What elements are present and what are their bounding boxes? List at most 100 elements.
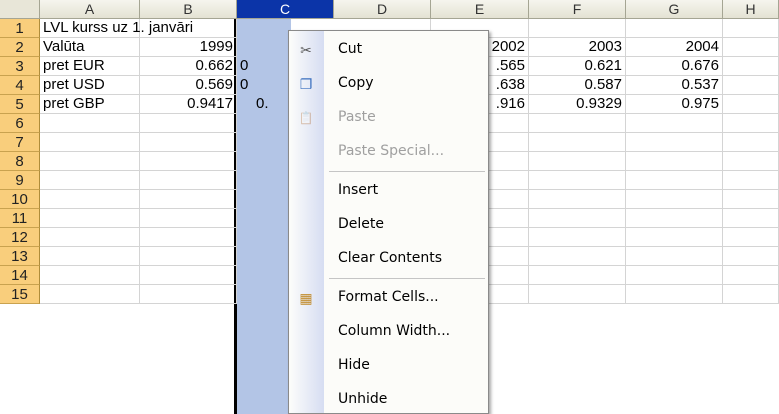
grid-cell[interactable]	[626, 152, 723, 171]
menu-item-delete[interactable]: Delete	[289, 208, 488, 242]
grid-cell[interactable]	[626, 190, 723, 209]
menu-item-clear-contents[interactable]: Clear Contents	[289, 242, 488, 276]
cell-g3[interactable]: 0.676	[626, 57, 723, 76]
cell-c4[interactable]: 0	[237, 76, 288, 95]
grid-cell[interactable]	[626, 228, 723, 247]
grid-cell[interactable]	[529, 209, 626, 228]
cell-c3[interactable]: 0	[237, 57, 288, 76]
grid-cell[interactable]	[140, 266, 237, 285]
grid-cell[interactable]	[723, 19, 779, 38]
cell-b2[interactable]: 1999	[140, 38, 237, 57]
grid-cell[interactable]	[40, 133, 140, 152]
grid-cell[interactable]	[529, 266, 626, 285]
row-header-5[interactable]: 5	[0, 95, 40, 114]
cell-g4[interactable]: 0.537	[626, 76, 723, 95]
grid-cell[interactable]	[40, 171, 140, 190]
row-header-10[interactable]: 10	[0, 190, 40, 209]
grid-cell[interactable]	[529, 228, 626, 247]
grid-cell[interactable]	[626, 209, 723, 228]
cell-c5[interactable]: 0.	[253, 95, 288, 114]
row-header-11[interactable]: 11	[0, 209, 40, 228]
grid-cell[interactable]	[40, 190, 140, 209]
row-header-13[interactable]: 13	[0, 247, 40, 266]
menu-item-unhide[interactable]: Unhide	[289, 383, 488, 414]
grid-cell[interactable]	[140, 247, 237, 266]
row-header-7[interactable]: 7	[0, 133, 40, 152]
grid-cell[interactable]	[529, 152, 626, 171]
column-header-e[interactable]: E	[431, 0, 529, 19]
column-header-b[interactable]: B	[140, 0, 237, 19]
grid-cell[interactable]	[723, 190, 779, 209]
grid-cell[interactable]	[723, 209, 779, 228]
column-header-g[interactable]: G	[626, 0, 723, 19]
row-header-9[interactable]: 9	[0, 171, 40, 190]
grid-cell[interactable]	[723, 133, 779, 152]
cell-a4[interactable]: pret USD	[40, 76, 140, 95]
cell-b5[interactable]: 0.9417	[140, 95, 237, 114]
cell-f3[interactable]: 0.621	[529, 57, 626, 76]
column-header-f[interactable]: F	[529, 0, 626, 19]
grid-cell[interactable]	[626, 114, 723, 133]
cell-g5[interactable]: 0.975	[626, 95, 723, 114]
grid-cell[interactable]	[626, 171, 723, 190]
grid-cell[interactable]	[723, 152, 779, 171]
grid-cell[interactable]	[626, 247, 723, 266]
row-header-12[interactable]: 12	[0, 228, 40, 247]
grid-cell[interactable]	[723, 285, 779, 304]
cell-a1[interactable]: LVL kurss uz 1. janvāri	[40, 19, 237, 38]
column-header-c[interactable]: C	[237, 0, 334, 19]
column-header-a[interactable]: A	[40, 0, 140, 19]
grid-cell[interactable]	[529, 190, 626, 209]
grid-cell[interactable]	[723, 76, 779, 95]
grid-cell[interactable]	[626, 266, 723, 285]
grid-cell[interactable]	[140, 190, 237, 209]
grid-cell[interactable]	[529, 133, 626, 152]
column-header-h[interactable]: H	[723, 0, 779, 19]
grid-cell[interactable]	[140, 171, 237, 190]
menu-item-cut[interactable]: ✂ Cut	[289, 33, 488, 67]
grid-cell[interactable]	[529, 19, 626, 38]
row-header-6[interactable]: 6	[0, 114, 40, 133]
row-header-1[interactable]: 1	[0, 19, 40, 38]
cell-b4[interactable]: 0.569	[140, 76, 237, 95]
menu-item-hide[interactable]: Hide	[289, 349, 488, 383]
cell-f5[interactable]: 0.9329	[529, 95, 626, 114]
row-header-2[interactable]: 2	[0, 38, 40, 57]
menu-item-format-cells[interactable]: ▦ Format Cells...	[289, 281, 488, 315]
grid-cell[interactable]	[140, 133, 237, 152]
grid-cell[interactable]	[140, 285, 237, 304]
row-header-15[interactable]: 15	[0, 285, 40, 304]
grid-cell[interactable]	[723, 266, 779, 285]
grid-cell[interactable]	[529, 114, 626, 133]
grid-cell[interactable]	[140, 152, 237, 171]
cell-b3[interactable]: 0.662	[140, 57, 237, 76]
cell-a5[interactable]: pret GBP	[40, 95, 140, 114]
cell-a2[interactable]: Valūta	[40, 38, 140, 57]
grid-cell[interactable]	[40, 209, 140, 228]
grid-cell[interactable]	[140, 228, 237, 247]
grid-cell[interactable]	[723, 95, 779, 114]
grid-cell[interactable]	[529, 171, 626, 190]
menu-item-copy[interactable]: ❐ Copy	[289, 67, 488, 101]
menu-item-paste-special[interactable]: Paste Special...	[289, 135, 488, 169]
grid-cell[interactable]	[529, 247, 626, 266]
grid-cell[interactable]	[626, 133, 723, 152]
grid-cell[interactable]	[40, 247, 140, 266]
grid-cell[interactable]	[140, 114, 237, 133]
column-header-d[interactable]: D	[334, 0, 431, 19]
grid-cell[interactable]	[723, 247, 779, 266]
grid-cell[interactable]	[529, 285, 626, 304]
grid-cell[interactable]	[626, 285, 723, 304]
grid-cell[interactable]	[40, 266, 140, 285]
grid-cell[interactable]	[40, 285, 140, 304]
grid-cell[interactable]	[723, 228, 779, 247]
grid-cell[interactable]	[723, 171, 779, 190]
row-header-8[interactable]: 8	[0, 152, 40, 171]
grid-cell[interactable]	[140, 209, 237, 228]
grid-cell[interactable]	[626, 19, 723, 38]
grid-cell[interactable]	[40, 152, 140, 171]
grid-cell[interactable]	[723, 38, 779, 57]
menu-item-column-width[interactable]: Column Width...	[289, 315, 488, 349]
select-all-corner[interactable]	[0, 0, 40, 19]
cell-g2[interactable]: 2004	[626, 38, 723, 57]
